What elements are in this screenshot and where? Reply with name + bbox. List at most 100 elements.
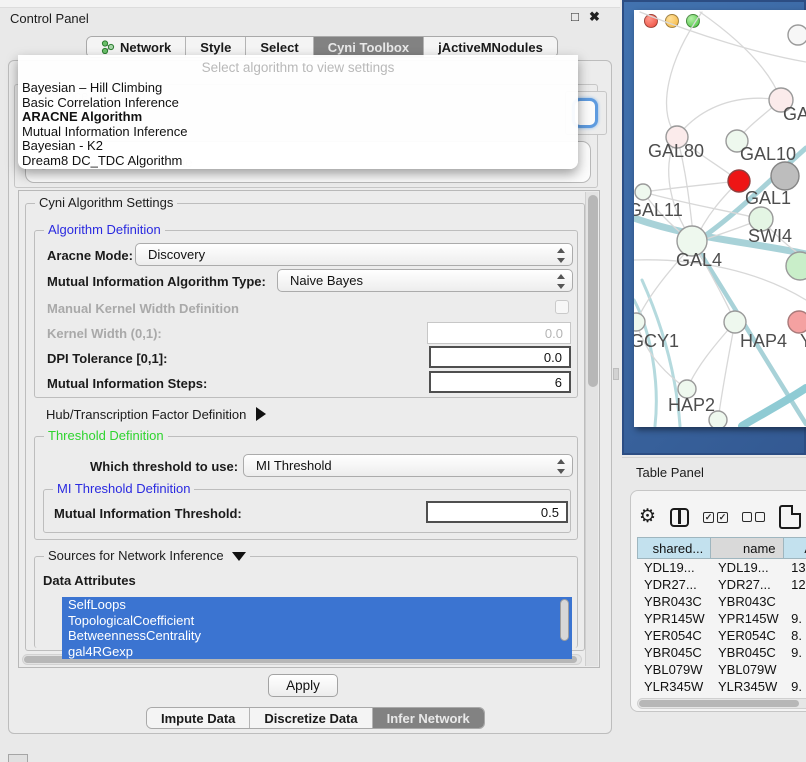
tab-infer-network[interactable]: Infer Network bbox=[373, 708, 484, 728]
settings-vertical-scrollbar[interactable] bbox=[585, 192, 598, 666]
algorithm-definition-group: Algorithm Definition Aracne Mode: Discov… bbox=[34, 230, 578, 398]
tab-style[interactable]: Style bbox=[186, 37, 246, 57]
cyni-algorithm-settings-group: Cyni Algorithm Settings Algorithm Defini… bbox=[25, 203, 585, 651]
tab-select[interactable]: Select bbox=[246, 37, 313, 57]
data-attributes-list[interactable]: SelfLoopsTopologicalCoefficientBetweenne… bbox=[62, 597, 572, 659]
kernel-width-field[interactable]: 0.0 bbox=[427, 322, 571, 344]
column-layout-icon[interactable] bbox=[670, 508, 689, 527]
tab-impute-data[interactable]: Impute Data bbox=[147, 708, 250, 728]
column-header[interactable]: shared... bbox=[638, 538, 711, 558]
attributes-scroll-thumb[interactable] bbox=[560, 599, 569, 641]
network-node[interactable] bbox=[634, 313, 645, 331]
network-node[interactable] bbox=[788, 311, 806, 333]
table-row[interactable]: YDR27...YDR27...12 bbox=[637, 576, 806, 593]
network-node[interactable] bbox=[771, 162, 799, 190]
node-label: GAL bbox=[783, 104, 806, 124]
tab-cyni-toolbox[interactable]: Cyni Toolbox bbox=[314, 37, 424, 57]
which-threshold-combo[interactable]: MI Threshold bbox=[243, 454, 573, 477]
network-edge bbox=[700, 12, 781, 100]
tab-label: Cyni Toolbox bbox=[328, 40, 409, 55]
stepper-icon bbox=[556, 274, 565, 289]
node-label: Y bbox=[800, 331, 806, 351]
settings-vscroll-thumb[interactable] bbox=[588, 195, 598, 387]
tab-discretize-data[interactable]: Discretize Data bbox=[250, 708, 372, 728]
table-cell: YBR045C bbox=[711, 644, 784, 661]
column-header[interactable]: name bbox=[711, 538, 783, 558]
bottom-left-icon[interactable] bbox=[8, 754, 28, 762]
table-panel-divider bbox=[622, 457, 806, 458]
which-threshold-label: Which threshold to use: bbox=[90, 459, 238, 474]
network-graph[interactable]: GALGAL80GAL10GAL1GAL11SWI4GAL4GCY1HAP4YH… bbox=[634, 10, 806, 427]
apply-button[interactable]: Apply bbox=[268, 674, 338, 697]
table-cell bbox=[784, 593, 806, 610]
manual-kernel-checkbox[interactable] bbox=[555, 300, 569, 314]
new-table-icon[interactable] bbox=[779, 505, 801, 529]
network-edge bbox=[640, 12, 806, 62]
mi-type-combo[interactable]: Naive Bayes bbox=[277, 269, 573, 292]
algorithm-dropdown[interactable]: Select algorithm to view settings Bayesi… bbox=[18, 55, 578, 169]
node-label: GCY1 bbox=[634, 331, 679, 351]
close-panel-icon[interactable]: ✖ bbox=[589, 9, 600, 25]
sources-group-title[interactable]: Sources for Network Inference bbox=[44, 548, 250, 563]
dpi-tolerance-field[interactable]: 0.0 bbox=[429, 346, 571, 368]
attribute-item[interactable]: BetweennessCentrality bbox=[62, 628, 572, 644]
algorithm-option[interactable]: Bayesian – Hill Climbing bbox=[22, 81, 578, 96]
node-label: GAL1 bbox=[745, 188, 791, 208]
table-row[interactable]: YLR345WYLR345W9. bbox=[637, 678, 806, 695]
table-row[interactable]: YDL19...YDL19...13 bbox=[637, 559, 806, 576]
table-row[interactable]: YBL079WYBL079W bbox=[637, 661, 806, 678]
network-node[interactable] bbox=[788, 25, 806, 45]
table-cell: YBL079W bbox=[637, 661, 711, 678]
algorithm-option[interactable]: Mutual Information Inference bbox=[22, 125, 578, 140]
hub-definition-toggle[interactable]: Hub/Transcription Factor Definition bbox=[46, 407, 266, 422]
network-node[interactable] bbox=[635, 184, 651, 200]
network-node[interactable] bbox=[724, 311, 746, 333]
manual-kernel-label: Manual Kernel Width Definition bbox=[47, 301, 239, 316]
table-cell: YPR145W bbox=[637, 610, 711, 627]
algorithm-option[interactable]: Dream8 DC_TDC Algorithm bbox=[22, 154, 578, 169]
table-cell: YBR043C bbox=[637, 593, 711, 610]
sources-group-label: Sources for Network Inference bbox=[48, 548, 224, 563]
table-cell: 13 bbox=[784, 559, 806, 576]
mi-steps-field[interactable]: 6 bbox=[429, 371, 571, 393]
tab-jactivemnodules[interactable]: jActiveMNodules bbox=[424, 37, 557, 57]
node-label: GAL4 bbox=[676, 250, 722, 270]
table-hscroll-thumb[interactable] bbox=[639, 700, 799, 707]
tab-label: Network bbox=[120, 40, 171, 55]
tab-network[interactable]: Network bbox=[87, 37, 186, 57]
table-cell: YDL19... bbox=[711, 559, 784, 576]
threshold-definition-title: Threshold Definition bbox=[44, 428, 168, 443]
attribute-item[interactable]: TopologicalCoefficient bbox=[62, 613, 572, 629]
aracne-mode-combo[interactable]: Discovery bbox=[135, 243, 573, 266]
table-cell: YER054C bbox=[711, 627, 784, 644]
table-horizontal-scrollbar[interactable] bbox=[637, 698, 806, 709]
tab-label: Style bbox=[200, 40, 231, 55]
table-cell: YBR045C bbox=[637, 644, 711, 661]
network-edge bbox=[677, 98, 781, 137]
table-row[interactable]: YBR043CYBR043C bbox=[637, 593, 806, 610]
panel-splitter-handle[interactable] bbox=[613, 368, 619, 380]
table-row[interactable]: YER054CYER054C8. bbox=[637, 627, 806, 644]
column-header[interactable]: A bbox=[784, 538, 806, 558]
table-cell bbox=[784, 661, 806, 678]
node-table[interactable]: shared...nameAYDL19...YDL19...13YDR27...… bbox=[637, 537, 806, 683]
gear-icon[interactable]: ⚙ bbox=[639, 507, 656, 527]
node-label: HAP2 bbox=[668, 395, 715, 415]
network-edge bbox=[718, 322, 735, 420]
algorithm-option[interactable]: ARACNE Algorithm bbox=[22, 110, 578, 125]
table-row[interactable]: YPR145WYPR145W9. bbox=[637, 610, 806, 627]
network-node[interactable] bbox=[786, 252, 806, 280]
table-row[interactable]: YBR045CYBR045C9. bbox=[637, 644, 806, 661]
mi-threshold-field[interactable]: 0.5 bbox=[426, 501, 568, 523]
algorithm-option[interactable]: Bayesian - K2 bbox=[22, 139, 578, 154]
deselect-columns-icon[interactable] bbox=[742, 512, 765, 522]
attributes-scrollbar[interactable] bbox=[560, 599, 570, 655]
attribute-item[interactable]: gal4RGexp bbox=[62, 644, 572, 660]
float-panel-icon[interactable]: □ bbox=[571, 9, 579, 24]
network-canvas[interactable]: GALGAL80GAL10GAL1GAL11SWI4GAL4GCY1HAP4YH… bbox=[634, 10, 806, 427]
algorithm-option[interactable]: Basic Correlation Inference bbox=[22, 96, 578, 111]
select-columns-icon[interactable]: ✓✓ bbox=[703, 512, 728, 523]
attribute-item[interactable]: SelfLoops bbox=[62, 597, 572, 613]
node-label: GAL10 bbox=[740, 144, 796, 164]
table-toolbar: ⚙ ✓✓ bbox=[639, 503, 806, 531]
